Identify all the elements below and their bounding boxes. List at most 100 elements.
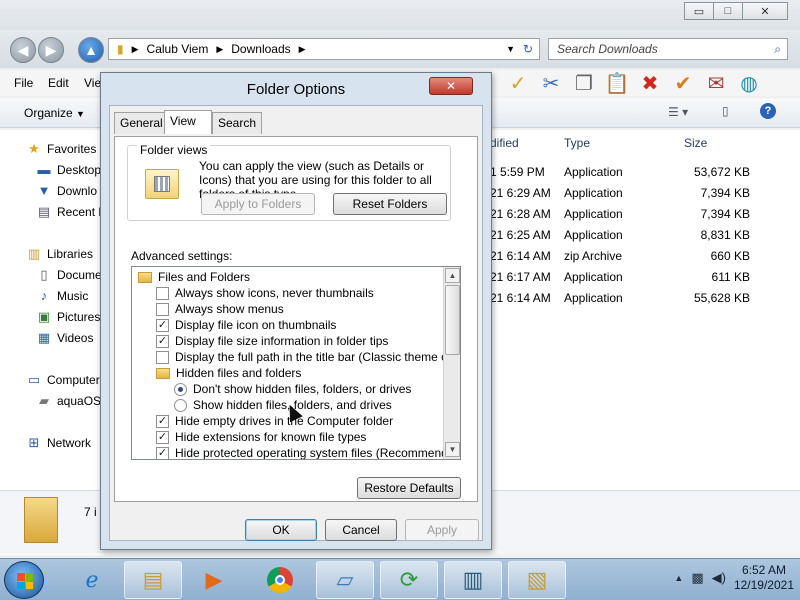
copy-icon[interactable]: ❐ <box>571 71 597 96</box>
back-button[interactable]: ◀ <box>10 37 36 63</box>
reset-folders-button[interactable]: Reset Folders <box>333 193 447 215</box>
cancel-button[interactable]: Cancel <box>325 519 397 541</box>
minimize-button[interactable]: ▭ <box>684 2 714 20</box>
column-type[interactable]: Type <box>564 136 590 150</box>
ok-button[interactable]: OK <box>245 519 317 541</box>
setting-checkbox[interactable]: ✓ Hide protected operating system files (… <box>156 445 460 459</box>
tab-view[interactable]: View <box>164 110 212 134</box>
file-row[interactable]: 1 5:59 PM Application 53,672 KB <box>490 162 800 183</box>
advanced-settings-list[interactable]: Files and Folders Always show icons, neve… <box>131 266 461 460</box>
start-button[interactable] <box>4 561 44 599</box>
media-player-icon[interactable]: ▶ <box>192 561 236 599</box>
scroll-thumb[interactable] <box>445 285 460 355</box>
check-icon[interactable]: ✔ <box>670 71 696 96</box>
apply-button[interactable]: Apply <box>405 519 479 541</box>
checkbox[interactable]: ✓ <box>156 446 169 459</box>
organize-button[interactable]: Organize ▼ <box>24 106 85 120</box>
menu-file[interactable]: File <box>14 76 33 90</box>
task-manager-icon[interactable]: ▥ <box>444 561 502 599</box>
radio-button[interactable] <box>174 398 187 412</box>
checkbox[interactable]: ✓ <box>156 334 169 348</box>
nav-downloads[interactable]: ▼ Downlo <box>36 183 97 198</box>
network-status-icon[interactable]: ▩ <box>691 570 703 586</box>
nav-desktop[interactable]: ▬ Desktop <box>36 162 102 177</box>
nav-favorites[interactable]: ★ Favorites <box>26 141 96 157</box>
setting-checkbox[interactable]: Always show menus <box>156 301 284 317</box>
paste-icon[interactable]: 📋 <box>604 71 630 96</box>
nav-libraries[interactable]: ▥ Libraries <box>26 246 93 262</box>
checkbox[interactable]: ✓ <box>156 318 169 332</box>
nav-videos[interactable]: ▦ Videos <box>36 330 94 346</box>
search-input[interactable]: Search Downloads ⌕ <box>548 38 788 60</box>
mail-icon[interactable]: ✉ <box>703 71 729 96</box>
close-window-button[interactable]: ✕ <box>742 2 788 20</box>
file-explorer-icon[interactable]: ▤ <box>124 561 182 599</box>
forward-button[interactable]: ▶ <box>38 37 64 63</box>
refresh-icon[interactable]: ↻ <box>523 42 533 56</box>
view-options-icon[interactable]: ☰ ▾ <box>668 105 688 119</box>
breadcrumb-downloads[interactable]: Downloads <box>231 42 290 56</box>
setting-checkbox[interactable]: ✓ Display file icon on thumbnails <box>156 317 336 333</box>
checkbox[interactable]: ✓ <box>156 430 169 444</box>
maximize-button[interactable]: □ <box>713 2 743 20</box>
clock[interactable]: 6:52 AM 12/19/2021 <box>734 563 794 593</box>
nav-documents[interactable]: ▯ Docume <box>36 267 101 283</box>
properties-icon[interactable]: ✓ <box>505 71 531 96</box>
organize-label: Organize <box>24 106 73 120</box>
up-button[interactable]: ▲ <box>78 37 104 63</box>
nav-recent-places[interactable]: ▤ Recent P <box>36 204 107 220</box>
internet-explorer-icon[interactable]: ℯ <box>70 561 114 599</box>
apply-to-folders-button[interactable]: Apply to Folders <box>201 193 315 215</box>
nav-music[interactable]: ♪ Music <box>36 288 89 303</box>
globe-icon[interactable]: ◍ <box>736 71 762 96</box>
settings-scrollbar[interactable]: ▲ ▼ <box>443 267 460 459</box>
show-hidden-icons[interactable]: ▲ <box>674 573 683 583</box>
tab-search[interactable]: Search <box>212 112 263 134</box>
setting-radio[interactable]: Don't show hidden files, folders, or dri… <box>174 381 411 397</box>
checkbox[interactable] <box>156 286 169 300</box>
dialog-close-button[interactable]: ✕ <box>429 77 473 95</box>
column-date-modified[interactable]: dified <box>490 136 519 150</box>
file-row[interactable]: 21 6:17 AM Application 611 KB <box>490 267 800 288</box>
cut-icon[interactable]: ✂ <box>538 71 564 96</box>
chevron-right-icon[interactable]: ▶ <box>216 44 223 55</box>
nav-computer[interactable]: ▭ Computer <box>26 372 100 388</box>
setting-checkbox[interactable]: ✓ Hide extensions for known file types <box>156 429 366 445</box>
breadcrumb-user[interactable]: Calub Viem <box>147 42 209 56</box>
file-row[interactable]: 21 6:25 AM Application 8,831 KB <box>490 225 800 246</box>
scroll-up-icon[interactable]: ▲ <box>445 268 460 283</box>
setting-checkbox[interactable]: ✓ Hide empty drives in the Computer folde… <box>156 413 393 429</box>
setting-checkbox[interactable]: ✓ Display file size information in folder… <box>156 333 388 349</box>
volume-icon[interactable]: ◀) <box>712 570 726 586</box>
file-row[interactable]: 21 6:29 AM Application 7,394 KB <box>490 183 800 204</box>
file-row[interactable]: 21 6:28 AM Application 7,394 KB <box>490 204 800 225</box>
checkbox[interactable]: ✓ <box>156 414 169 428</box>
nav-network[interactable]: ⊞ Network <box>26 435 91 451</box>
nav-pictures[interactable]: ▣ Pictures <box>36 309 101 325</box>
setting-checkbox[interactable]: Always show icons, never thumbnails <box>156 285 374 301</box>
tab-general[interactable]: General <box>114 112 169 134</box>
chevron-right-icon[interactable]: ▶ <box>299 44 306 55</box>
file-row[interactable]: 21 6:14 AM Application 55,628 KB <box>490 288 800 309</box>
column-size[interactable]: Size <box>684 136 707 150</box>
setting-checkbox[interactable]: Display the full path in the title bar (… <box>156 349 460 365</box>
checkbox[interactable] <box>156 302 169 316</box>
notepad-icon[interactable]: ▱ <box>316 561 374 599</box>
file-row[interactable]: 21 6:14 AM zip Archive 660 KB <box>490 246 800 267</box>
sync-icon[interactable]: ⟳ <box>380 561 438 599</box>
preview-pane-icon[interactable]: ▯ <box>722 104 729 118</box>
address-dropdown-icon[interactable]: ▼ <box>506 44 515 54</box>
menu-edit[interactable]: Edit <box>48 76 69 90</box>
restore-defaults-button[interactable]: Restore Defaults <box>357 477 461 499</box>
nav-drive[interactable]: ▰ aquaOS <box>36 393 101 409</box>
checkbox[interactable] <box>156 350 169 364</box>
chrome-icon[interactable] <box>258 561 302 599</box>
menu-view[interactable]: Vie <box>84 76 101 90</box>
address-bar[interactable]: ▮ ▶ Calub Viem ▶ Downloads ▶ ▼ ↻ <box>108 38 540 60</box>
help-icon[interactable]: ? <box>760 103 776 119</box>
scroll-down-icon[interactable]: ▼ <box>445 442 460 457</box>
radio-button[interactable] <box>174 382 187 396</box>
setting-radio[interactable]: Show hidden files, folders, and drives <box>174 397 392 413</box>
delete-icon[interactable]: ✖ <box>637 71 663 96</box>
folder-options-icon[interactable]: ▧ <box>508 561 566 599</box>
